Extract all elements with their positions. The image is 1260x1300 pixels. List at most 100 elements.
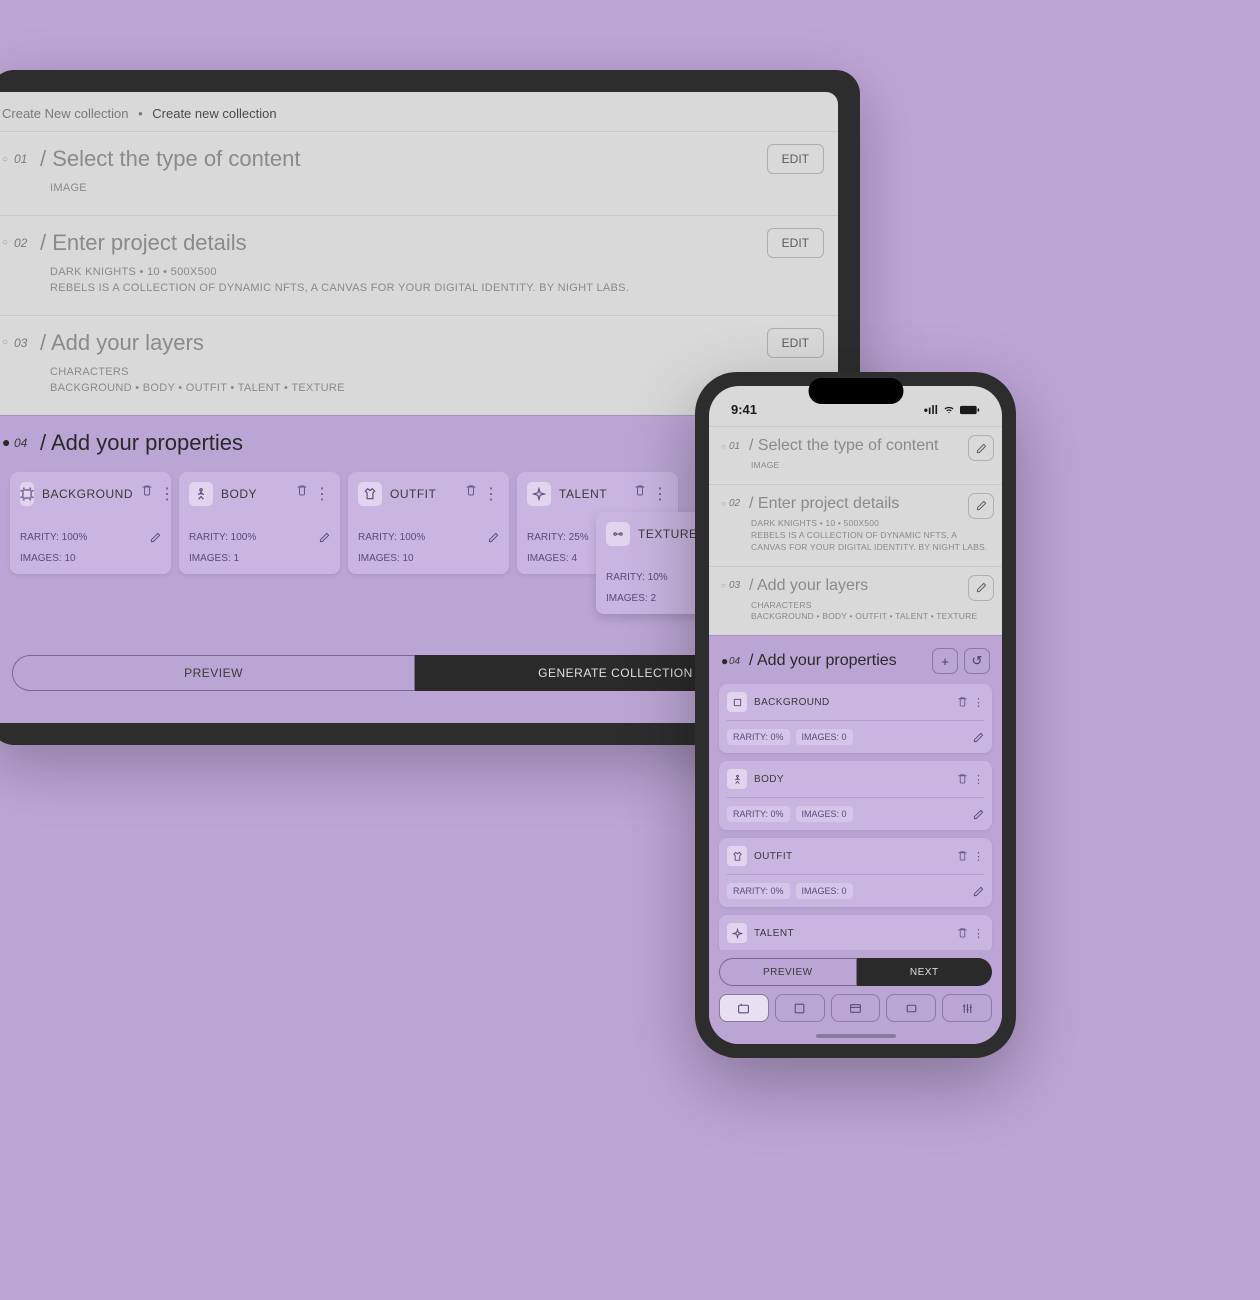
- sub-line: CHARACTERS: [50, 366, 129, 378]
- images-stat: IMAGES: 0: [796, 729, 853, 745]
- edit-pencil-icon[interactable]: [488, 532, 499, 543]
- breadcrumb: Create New collection • Create new colle…: [0, 92, 838, 131]
- phone-card-outfit[interactable]: OUTFIT ⋮ RARITY: 0% IMAGES: 0: [719, 838, 992, 907]
- preview-button[interactable]: PREVIEW: [12, 655, 415, 691]
- sub-line: DARK KNIGHTS • 10 • 500X500: [50, 266, 217, 278]
- step-number: 02: [729, 498, 749, 509]
- tab-4[interactable]: [886, 994, 936, 1022]
- images-stat: IMAGES: 0: [796, 883, 853, 899]
- battery-icon: [960, 405, 980, 415]
- more-icon[interactable]: ⋮: [314, 484, 330, 504]
- undo-button[interactable]: ↺: [964, 648, 990, 674]
- breadcrumb-sep: •: [138, 106, 143, 121]
- step-title: / Select the type of content: [40, 146, 826, 172]
- card-name: TALENT: [559, 487, 626, 501]
- more-icon[interactable]: ⋮: [159, 484, 175, 504]
- wifi-icon: [942, 404, 956, 415]
- phone-card-background[interactable]: BACKGROUND ⋮ RARITY: 0%IMAGES: 0: [719, 684, 992, 753]
- more-icon[interactable]: ⋮: [973, 696, 984, 709]
- rarity-stat: RARITY: 100%: [358, 532, 425, 543]
- tab-3[interactable]: [831, 994, 881, 1022]
- step-1: ○ 01 / Select the type of content IMAGE …: [0, 131, 838, 215]
- breadcrumb-current: Create new collection: [152, 106, 276, 121]
- next-button[interactable]: NEXT: [857, 958, 993, 986]
- edit-pencil-icon[interactable]: [150, 532, 161, 543]
- tab-1[interactable]: [719, 994, 769, 1022]
- images-stat: IMAGES: 10: [358, 553, 414, 564]
- rarity-stat: RARITY: 0%: [727, 883, 790, 899]
- phone-step-2: ○ 02 / Enter project details DARK KNIGHT…: [709, 484, 1002, 566]
- more-icon[interactable]: ⋮: [652, 484, 668, 504]
- phone-card-body[interactable]: BODY ⋮ RARITY: 0%IMAGES: 0: [719, 761, 992, 830]
- sparkle-icon: [527, 482, 551, 506]
- home-indicator: [816, 1034, 896, 1038]
- step-number: 01: [14, 152, 40, 166]
- step-number: 04: [14, 436, 40, 450]
- edit-button[interactable]: EDIT: [767, 144, 824, 174]
- images-stat: IMAGES: 10: [20, 553, 76, 564]
- edit-pencil-icon[interactable]: [319, 532, 330, 543]
- sub-line: BACKGROUND • BODY • OUTFIT • TALENT • TE…: [751, 611, 977, 621]
- edit-pencil-icon[interactable]: [973, 886, 984, 897]
- property-card-outfit[interactable]: OUTFIT ⋮ RARITY: 100% IMAGES: 10: [348, 472, 509, 574]
- notch: [808, 378, 903, 404]
- wallpaper-icon: [727, 692, 747, 712]
- more-icon[interactable]: ⋮: [973, 927, 984, 940]
- step-title: / Add your layers: [749, 577, 990, 595]
- trash-icon[interactable]: [634, 484, 646, 504]
- step-bullet: ○: [721, 581, 729, 590]
- step-number: 02: [14, 236, 40, 250]
- phone-card-talent[interactable]: TALENT ⋮: [719, 915, 992, 950]
- step-number: 03: [729, 580, 749, 591]
- step-number: 04: [729, 656, 749, 667]
- tab-5[interactable]: [942, 994, 992, 1022]
- add-button[interactable]: +: [932, 648, 958, 674]
- edit-button[interactable]: [968, 493, 994, 519]
- trash-icon[interactable]: [957, 696, 968, 709]
- step-sub: DARK KNIGHTS • 10 • 500X500 REBELS IS A …: [50, 264, 826, 297]
- preview-button[interactable]: PREVIEW: [719, 958, 857, 986]
- card-name: BACKGROUND: [42, 487, 133, 501]
- tab-2[interactable]: [775, 994, 825, 1022]
- edit-button[interactable]: EDIT: [767, 228, 824, 258]
- phone-footer-actions: PREVIEW NEXT: [709, 950, 1002, 990]
- step-title: / Add your layers: [40, 330, 826, 356]
- trash-icon[interactable]: [957, 773, 968, 786]
- trash-icon[interactable]: [141, 484, 153, 504]
- property-card-background[interactable]: BACKGROUND ⋮ RARITY: 100% IMAGES: 10: [10, 472, 171, 574]
- property-card-body[interactable]: BODY ⋮ RARITY: 100% IMAGES: 1: [179, 472, 340, 574]
- phone-step-4-active: ● 04 / Add your properties + ↺ BACKGROUN…: [709, 635, 1002, 1044]
- trash-icon[interactable]: [465, 484, 477, 504]
- wallpaper-icon: [20, 482, 34, 506]
- edit-pencil-icon[interactable]: [973, 732, 984, 743]
- person-icon: [189, 482, 213, 506]
- edit-button[interactable]: [968, 435, 994, 461]
- step-number: 03: [14, 336, 40, 350]
- card-name: BODY: [754, 774, 950, 785]
- step-title: / Select the type of content: [749, 437, 990, 455]
- rarity-stat: RARITY: 25%: [527, 532, 589, 543]
- step-bullet: ○: [2, 337, 10, 348]
- sub-line: REBELS IS A COLLECTION OF DYNAMIC NFTS, …: [751, 530, 987, 552]
- phone-tab-bar: [709, 990, 1002, 1032]
- more-icon[interactable]: ⋮: [973, 850, 984, 863]
- edit-button[interactable]: EDIT: [767, 328, 824, 358]
- step-number: 01: [729, 441, 749, 452]
- trash-icon[interactable]: [957, 850, 968, 863]
- trash-icon[interactable]: [957, 927, 968, 940]
- signal-icon: •ıll: [924, 403, 938, 417]
- more-icon[interactable]: ⋮: [483, 484, 499, 504]
- shirt-icon: [358, 482, 382, 506]
- more-icon[interactable]: ⋮: [973, 773, 984, 786]
- edit-pencil-icon[interactable]: [973, 809, 984, 820]
- shirt-icon: [727, 846, 747, 866]
- sub-line: DARK KNIGHTS • 10 • 500X500: [751, 518, 879, 528]
- card-name: OUTFIT: [754, 851, 950, 862]
- edit-button[interactable]: [968, 575, 994, 601]
- images-stat: IMAGES: 1: [189, 553, 239, 564]
- trash-icon[interactable]: [296, 484, 308, 504]
- status-time: 9:41: [731, 402, 757, 417]
- sub-line: BACKGROUND • BODY • OUTFIT • TALENT • TE…: [50, 382, 345, 394]
- breadcrumb-root[interactable]: Create New collection: [2, 106, 128, 121]
- rarity-stat: RARITY: 100%: [20, 532, 87, 543]
